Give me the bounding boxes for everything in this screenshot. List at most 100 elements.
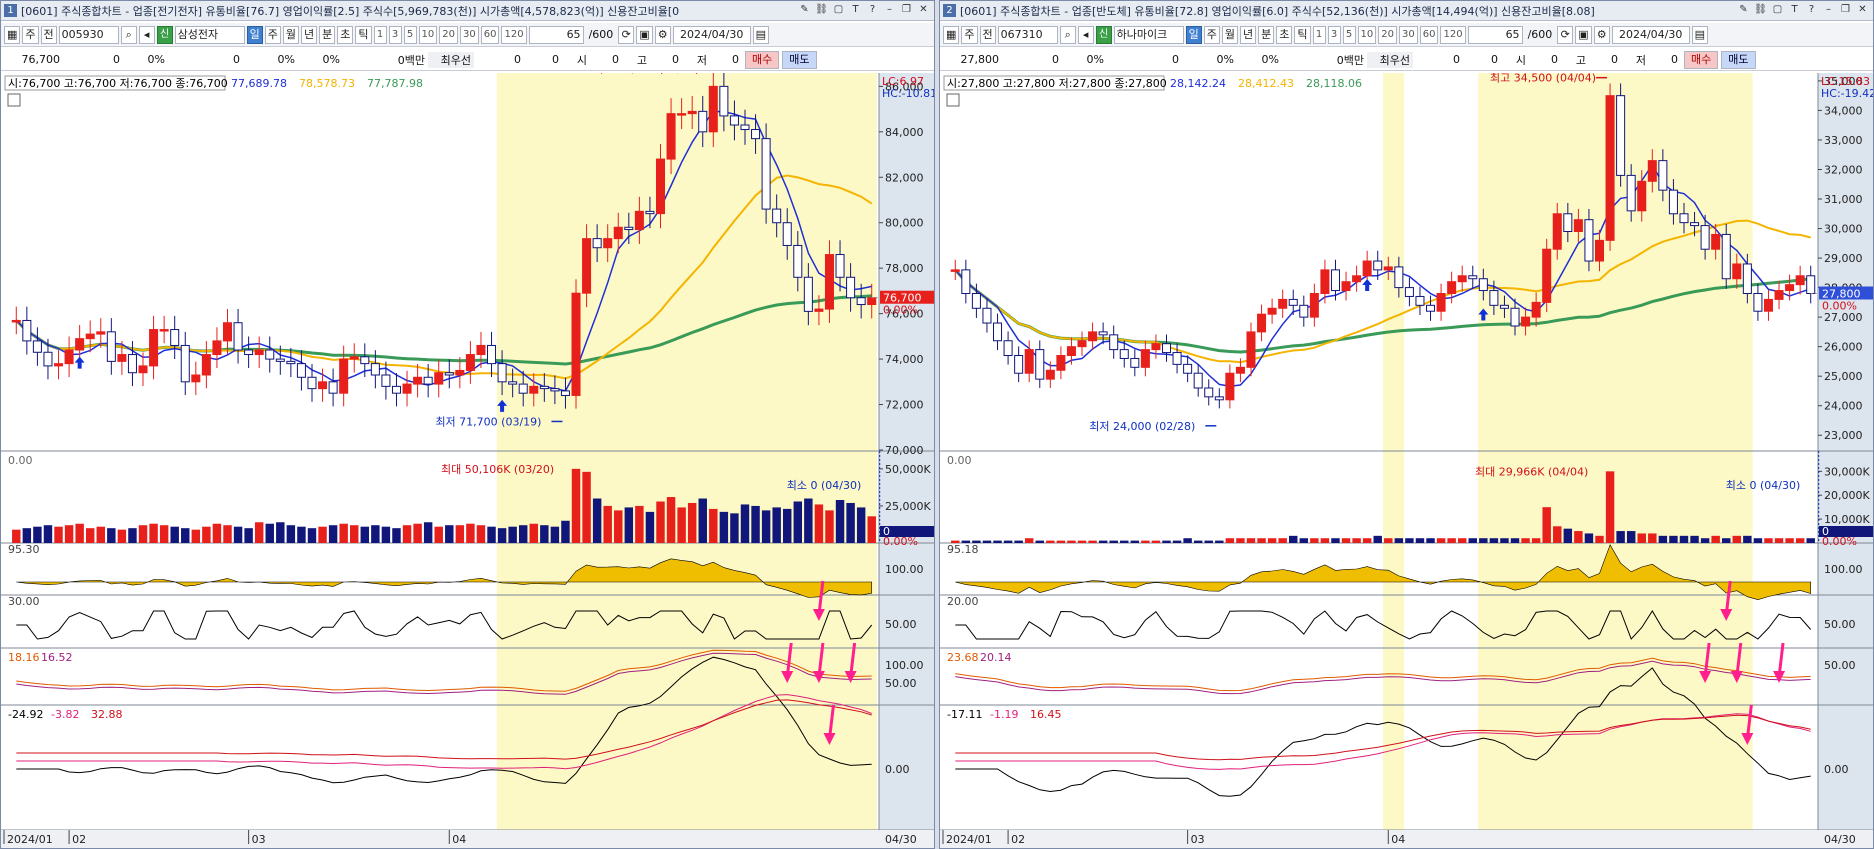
volume-bar bbox=[1299, 538, 1309, 543]
volume-bar bbox=[1500, 538, 1509, 543]
candle-body bbox=[1563, 213, 1573, 232]
interval-1[interactable]: 1 bbox=[1312, 25, 1326, 44]
expand-icon[interactable]: ▢ bbox=[1771, 4, 1784, 17]
period-month[interactable]: 월 bbox=[1221, 25, 1239, 44]
interval-120[interactable]: 120 bbox=[501, 25, 527, 44]
interval-20[interactable]: 20 bbox=[1378, 25, 1397, 44]
stock-code-input[interactable]: 067310 bbox=[997, 25, 1058, 44]
close-icon[interactable]: ✕ bbox=[1856, 4, 1869, 17]
expand-icon[interactable]: ▢ bbox=[832, 4, 845, 17]
volume-max-annotation: 최대 50,106K (03/20) bbox=[441, 463, 554, 476]
date-input[interactable]: 2024/04/30 bbox=[1611, 25, 1690, 44]
interval-10[interactable]: 10 bbox=[418, 25, 438, 44]
layout-icon[interactable]: ▦ bbox=[943, 25, 960, 44]
bar-count-input[interactable]: 65 bbox=[1467, 25, 1523, 44]
sell-button[interactable]: 매도 bbox=[782, 50, 817, 69]
restore-icon[interactable]: ❐ bbox=[1839, 4, 1852, 17]
search-icon[interactable]: ⌕ bbox=[120, 25, 137, 44]
interval-120[interactable]: 120 bbox=[1440, 25, 1466, 44]
layout-icon[interactable]: ▦ bbox=[4, 25, 21, 44]
interval-20[interactable]: 20 bbox=[439, 25, 458, 44]
interval-10[interactable]: 10 bbox=[1357, 25, 1377, 44]
restore-icon[interactable]: ❐ bbox=[900, 4, 913, 17]
candle-body bbox=[729, 115, 739, 126]
period-day[interactable]: 일 bbox=[246, 25, 263, 44]
period-year[interactable]: 년 bbox=[301, 25, 318, 44]
x-tick-label: 03 bbox=[1191, 833, 1205, 846]
market-scope-select[interactable]: 전 bbox=[979, 25, 996, 44]
period-second[interactable]: 초 bbox=[1276, 25, 1293, 44]
speaker-icon[interactable]: ◂ bbox=[138, 25, 155, 44]
minimize-icon[interactable]: – bbox=[1822, 4, 1835, 17]
candle-body bbox=[1383, 266, 1393, 271]
pin-icon[interactable]: ✎ bbox=[798, 4, 811, 17]
stock-chart-canvas[interactable]: 35,00034,00033,00032,00031,00030,00029,0… bbox=[940, 73, 1874, 849]
interval-5[interactable]: 5 bbox=[403, 25, 417, 44]
period-tick[interactable]: 틱 bbox=[355, 25, 372, 44]
period-week[interactable]: 주 bbox=[264, 25, 281, 44]
market-select[interactable]: 주 bbox=[22, 25, 39, 44]
pin-icon[interactable]: ✎ bbox=[1737, 4, 1750, 17]
interval-30[interactable]: 30 bbox=[460, 25, 479, 44]
stock-name[interactable]: 하나마이크 bbox=[1113, 25, 1184, 44]
candle-body bbox=[1531, 301, 1541, 318]
candle-body bbox=[328, 381, 338, 394]
window-number: 1 bbox=[4, 4, 17, 17]
help-icon[interactable]: ? bbox=[866, 4, 879, 17]
bar-count-input[interactable]: 65 bbox=[528, 25, 584, 44]
stock-name[interactable]: 삼성전자 bbox=[174, 25, 245, 44]
help-icon[interactable]: ? bbox=[1805, 4, 1818, 17]
chart-window-1: 1 [0601] 주식종합차트 - 업종[전기전자] 유통비율[76.7] 영업… bbox=[0, 0, 935, 849]
refresh-icon[interactable]: ⟳ bbox=[618, 25, 635, 44]
interval-60[interactable]: 60 bbox=[480, 25, 500, 44]
text-icon[interactable]: T bbox=[849, 4, 862, 17]
gear-icon[interactable]: ⚙ bbox=[1593, 25, 1610, 44]
market-select[interactable]: 주 bbox=[961, 25, 978, 44]
indicator3-legend-k: 23.68 bbox=[947, 651, 979, 664]
period-month[interactable]: 월 bbox=[282, 25, 300, 44]
save-icon[interactable]: ▣ bbox=[636, 25, 653, 44]
window-titlebar[interactable]: 1 [0601] 주식종합차트 - 업종[전기전자] 유통비율[76.7] 영업… bbox=[1, 1, 934, 21]
period-tick[interactable]: 틱 bbox=[1294, 25, 1311, 44]
volume-tick-label: 25,000K bbox=[885, 500, 931, 513]
window-titlebar[interactable]: 2 [0601] 주식종합차트 - 업종[반도체] 유통비율[72.8] 영업이… bbox=[940, 1, 1873, 21]
candle-body bbox=[43, 351, 53, 367]
link-icon[interactable]: ⛓ bbox=[1754, 4, 1767, 17]
interval-60[interactable]: 60 bbox=[1419, 25, 1439, 44]
candle-body bbox=[993, 322, 1003, 342]
gear-icon[interactable]: ⚙ bbox=[654, 25, 671, 44]
indicator4-legend-1: -24.92 bbox=[8, 708, 43, 721]
interval-1[interactable]: 1 bbox=[373, 25, 387, 44]
refresh-icon[interactable]: ⟳ bbox=[1557, 25, 1574, 44]
link-icon[interactable]: ⛓ bbox=[815, 4, 828, 17]
close-icon[interactable]: ✕ bbox=[917, 4, 930, 17]
stock-code-input[interactable]: 005930 bbox=[58, 25, 119, 44]
search-icon[interactable]: ⌕ bbox=[1059, 25, 1076, 44]
buy-button[interactable]: 매수 bbox=[1684, 50, 1719, 69]
interval-30[interactable]: 30 bbox=[1399, 25, 1418, 44]
stock-chart-canvas[interactable]: 86,00084,00082,00080,00078,00076,00074,0… bbox=[1, 73, 935, 849]
period-second[interactable]: 초 bbox=[337, 25, 354, 44]
speaker-icon[interactable]: ◂ bbox=[1077, 25, 1094, 44]
period-week[interactable]: 주 bbox=[1203, 25, 1220, 44]
buy-button[interactable]: 매수 bbox=[745, 50, 780, 69]
volume-bar bbox=[1806, 538, 1815, 543]
interval-3[interactable]: 3 bbox=[388, 25, 402, 44]
minimize-icon[interactable]: – bbox=[883, 4, 896, 17]
period-minute[interactable]: 분 bbox=[1258, 25, 1275, 44]
market-scope-select[interactable]: 전 bbox=[40, 25, 57, 44]
period-year[interactable]: 년 bbox=[1240, 25, 1257, 44]
text-icon[interactable]: T bbox=[1788, 4, 1801, 17]
calendar-icon[interactable]: ▤ bbox=[1691, 25, 1709, 44]
interval-3[interactable]: 3 bbox=[1327, 25, 1341, 44]
save-icon[interactable]: ▣ bbox=[1575, 25, 1592, 44]
calendar-icon[interactable]: ▤ bbox=[752, 25, 770, 44]
period-minute[interactable]: 분 bbox=[319, 25, 336, 44]
interval-5[interactable]: 5 bbox=[1342, 25, 1356, 44]
volume-bar bbox=[1098, 540, 1108, 543]
sell-button[interactable]: 매도 bbox=[1721, 50, 1756, 69]
period-day[interactable]: 일 bbox=[1185, 25, 1202, 44]
date-input[interactable]: 2024/04/30 bbox=[672, 25, 751, 44]
volume-legend: 0.00 bbox=[8, 454, 33, 467]
indicator2-tick: 50.00 bbox=[1824, 618, 1856, 631]
